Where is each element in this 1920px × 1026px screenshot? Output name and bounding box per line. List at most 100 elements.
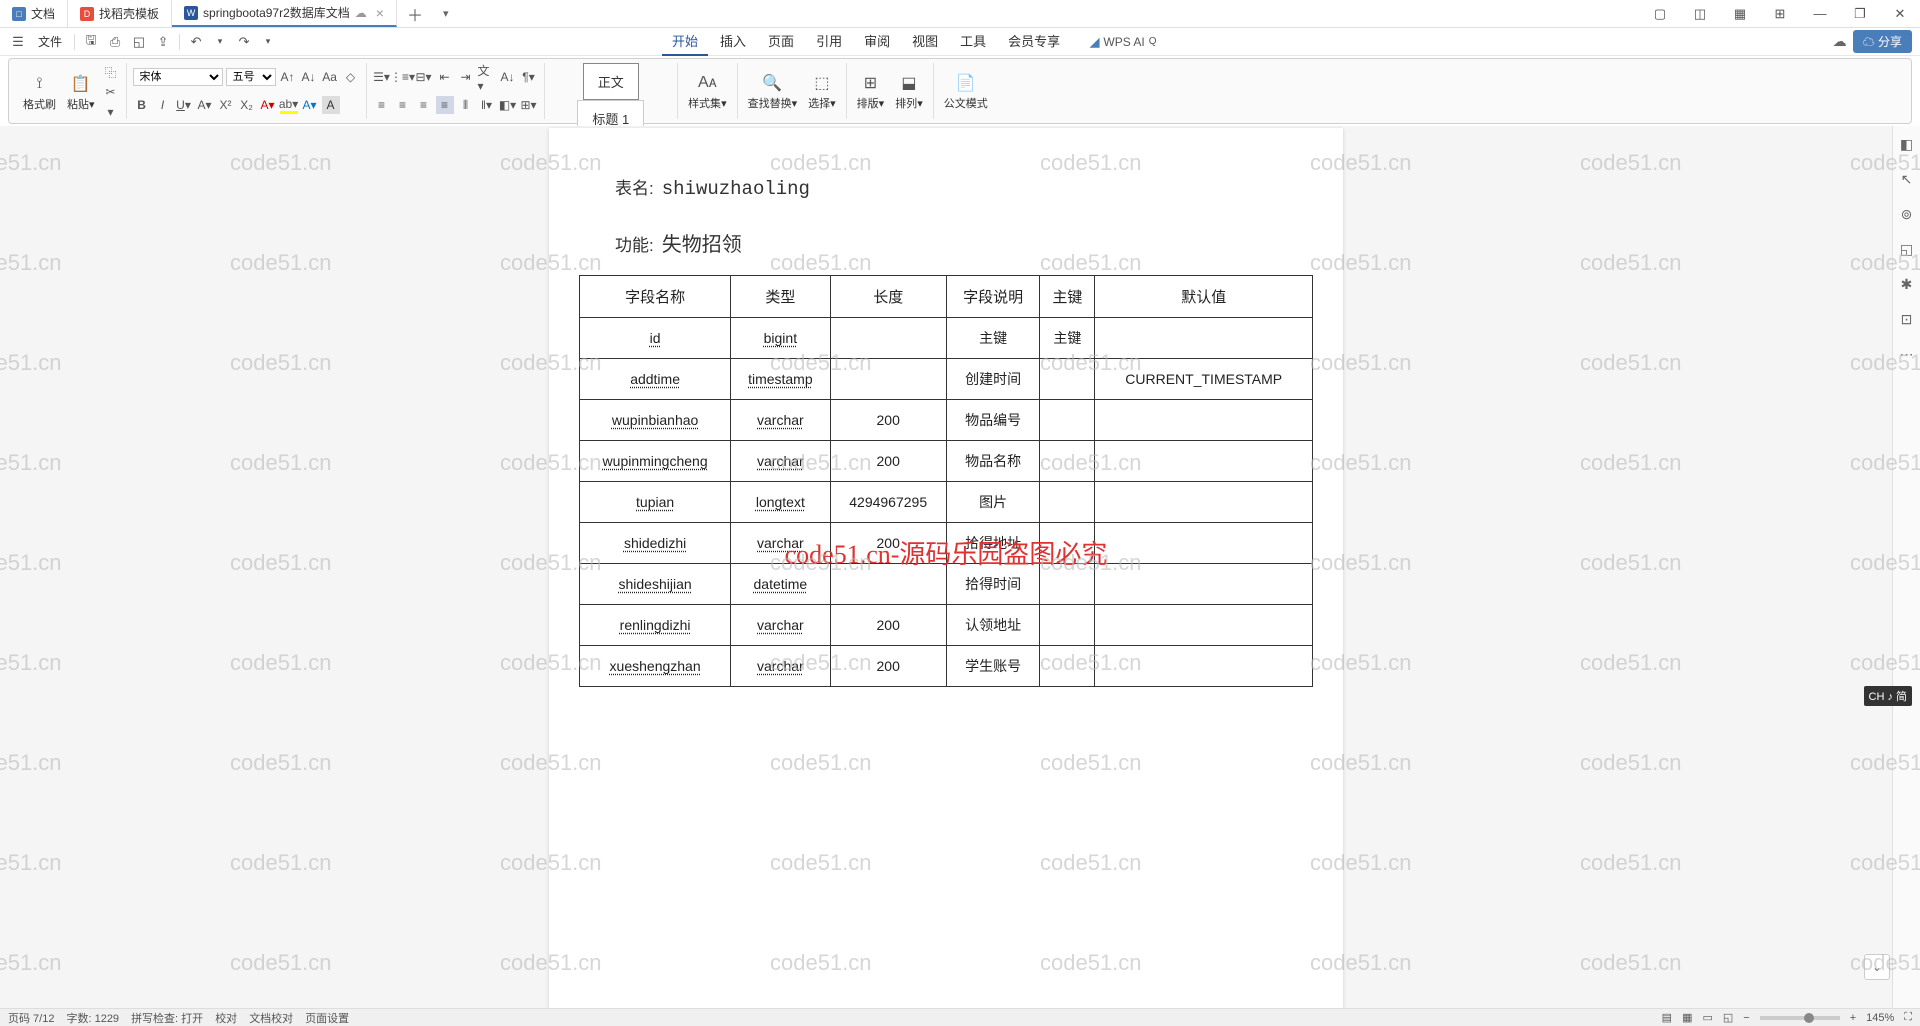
preview-icon[interactable]: ◱ xyxy=(129,32,149,52)
italic-icon[interactable]: I xyxy=(154,96,172,114)
win-app1-icon[interactable]: ▢ xyxy=(1640,0,1680,28)
menu-审阅[interactable]: 审阅 xyxy=(854,27,900,56)
grow-font-icon[interactable]: A↑ xyxy=(279,68,297,86)
font-family-select[interactable]: 宋体 xyxy=(133,68,223,86)
sidepanel-select-icon[interactable]: ↖ xyxy=(1901,171,1913,188)
zoom-out-icon[interactable]: − xyxy=(1743,1012,1749,1024)
tab-sync-icon[interactable]: ☁ xyxy=(355,6,367,20)
find-replace-button[interactable]: 🔍查找替换▾ xyxy=(744,70,802,113)
clipboard-icon[interactable]: ▾ xyxy=(102,103,120,121)
status-docproof[interactable]: 文档校对 xyxy=(249,1010,293,1026)
menu-页面[interactable]: 页面 xyxy=(758,27,804,56)
sidepanel-clip-icon[interactable]: ⊡ xyxy=(1901,311,1913,328)
bold-icon[interactable]: B xyxy=(133,96,151,114)
layout-button[interactable]: ⊞排版▾ xyxy=(853,70,889,113)
view-mode4-icon[interactable]: ◱ xyxy=(1723,1011,1733,1024)
align-left-icon[interactable]: ≡ xyxy=(373,96,391,114)
justify-icon[interactable]: ≡ xyxy=(436,96,454,114)
strikethrough-icon[interactable]: A▾ xyxy=(196,96,214,114)
borders-icon[interactable]: ⊞▾ xyxy=(520,96,538,114)
font-color-icon[interactable]: A▾ xyxy=(259,96,277,114)
scroll-down-button[interactable]: ⌄ xyxy=(1864,954,1890,980)
ime-badge[interactable]: CH ♪ 简 xyxy=(1864,686,1913,706)
zoom-in-icon[interactable]: + xyxy=(1850,1012,1856,1024)
redo-dd-icon[interactable]: ▾ xyxy=(258,32,278,52)
close-button[interactable]: ✕ xyxy=(1880,0,1920,28)
char-shading-icon[interactable]: A xyxy=(322,96,340,114)
align-center-icon[interactable]: ≡ xyxy=(394,96,412,114)
superscript-icon[interactable]: X² xyxy=(217,96,235,114)
format-painter-button[interactable]: ⟟格式刷 xyxy=(19,71,60,114)
table-row: shidedizhivarchar200拾得地址 xyxy=(580,523,1313,564)
decrease-indent-icon[interactable]: ⇤ xyxy=(436,68,454,86)
bullets-icon[interactable]: ☰▾ xyxy=(373,68,391,86)
undo-icon[interactable]: ↶ xyxy=(186,32,206,52)
share-button[interactable]: ☁ 分享 xyxy=(1853,30,1912,53)
cloud-icon[interactable]: ☁ xyxy=(1833,33,1847,50)
multilevel-icon[interactable]: ⊟▾ xyxy=(415,68,433,86)
menu-工具[interactable]: 工具 xyxy=(950,27,996,56)
numbering-icon[interactable]: ⋮≡▾ xyxy=(394,68,412,86)
styleset-button[interactable]: Aᴀ样式集▾ xyxy=(684,70,731,113)
win-app2-icon[interactable]: ◫ xyxy=(1680,0,1720,28)
show-marks-icon[interactable]: ¶▾ xyxy=(520,68,538,86)
tab-0[interactable]: □文档 xyxy=(0,0,68,27)
text-effect-icon[interactable]: A▾ xyxy=(301,96,319,114)
menu-视图[interactable]: 视图 xyxy=(902,27,948,56)
file-menu[interactable]: 文件 xyxy=(32,33,68,50)
print-icon[interactable]: ⎙ xyxy=(105,32,125,52)
sidepanel-nav-icon[interactable]: ◧ xyxy=(1900,136,1913,153)
text-direction-icon[interactable]: 文▾ xyxy=(478,68,496,86)
view-mode2-icon[interactable]: ▦ xyxy=(1682,1011,1692,1024)
shrink-font-icon[interactable]: A↓ xyxy=(300,68,318,86)
status-proof[interactable]: 校对 xyxy=(215,1010,237,1026)
maximize-button[interactable]: ❐ xyxy=(1840,0,1880,28)
wps-ai-button[interactable]: ◢WPS AIQ xyxy=(1090,35,1156,49)
new-tab-button[interactable]: ＋ xyxy=(397,2,433,26)
copy-icon[interactable]: ⿻ xyxy=(102,63,120,81)
win-app3-icon[interactable]: ▦ xyxy=(1720,0,1760,28)
tab-1[interactable]: D找稻壳模板 xyxy=(68,0,172,27)
style-0[interactable]: 正文 xyxy=(583,63,639,100)
view-mode1-icon[interactable]: ▤ xyxy=(1662,1011,1672,1024)
minimize-button[interactable]: — xyxy=(1800,0,1840,28)
fullscreen-icon[interactable]: ⛶ xyxy=(1904,1011,1912,1024)
paste-button[interactable]: 📋粘贴▾ xyxy=(63,71,99,114)
redo-icon[interactable]: ↷ xyxy=(234,32,254,52)
tab-2[interactable]: Wspringboota97r2数据库文档☁× xyxy=(172,0,397,27)
sidepanel-tools-icon[interactable]: ✱ xyxy=(1901,276,1913,293)
menu-会员专享[interactable]: 会员专享 xyxy=(998,27,1070,56)
underline-icon[interactable]: U▾ xyxy=(175,96,193,114)
subscript-icon[interactable]: X₂ xyxy=(238,96,256,114)
line-spacing-icon[interactable]: ‖▾ xyxy=(478,96,496,114)
shading-icon[interactable]: ◧▾ xyxy=(499,96,517,114)
official-mode-button[interactable]: 📄公文模式 xyxy=(940,70,992,113)
view-mode3-icon[interactable]: ▭ xyxy=(1702,1011,1712,1024)
win-app4-icon[interactable]: ⊞ xyxy=(1760,0,1800,28)
align-right-icon[interactable]: ≡ xyxy=(415,96,433,114)
sidepanel-more-icon[interactable]: ⋯ xyxy=(1900,346,1914,363)
menu-开始[interactable]: 开始 xyxy=(662,27,708,56)
status-pagesetup[interactable]: 页面设置 xyxy=(305,1010,349,1026)
arrange-button[interactable]: ⬓排列▾ xyxy=(891,70,927,113)
sidepanel-setting-icon[interactable]: ⊚ xyxy=(1901,206,1913,223)
clear-format-icon[interactable]: ◇ xyxy=(342,68,360,86)
tab-close-2[interactable]: × xyxy=(376,5,384,21)
undo-dd-icon[interactable]: ▾ xyxy=(210,32,230,52)
highlight-icon[interactable]: ab▾ xyxy=(280,96,298,114)
sidepanel-layer-icon[interactable]: ◱ xyxy=(1900,241,1913,258)
cut-icon[interactable]: ✂ xyxy=(102,83,120,101)
menu-插入[interactable]: 插入 xyxy=(710,27,756,56)
save-icon[interactable]: 🖫 xyxy=(81,32,101,52)
increase-indent-icon[interactable]: ⇥ xyxy=(457,68,475,86)
distribute-icon[interactable]: ⫴ xyxy=(457,96,475,114)
hamburger-icon[interactable]: ☰ xyxy=(8,32,28,52)
font-size-select[interactable]: 五号 xyxy=(226,68,276,86)
tab-dropdown[interactable]: ▾ xyxy=(433,7,459,20)
sort-icon[interactable]: A↓ xyxy=(499,68,517,86)
zoom-level[interactable]: 145% xyxy=(1866,1012,1894,1024)
select-button[interactable]: ⬚选择▾ xyxy=(804,70,840,113)
menu-引用[interactable]: 引用 xyxy=(806,27,852,56)
export-icon[interactable]: ⇪ xyxy=(153,32,173,52)
change-case-icon[interactable]: Aa xyxy=(321,68,339,86)
